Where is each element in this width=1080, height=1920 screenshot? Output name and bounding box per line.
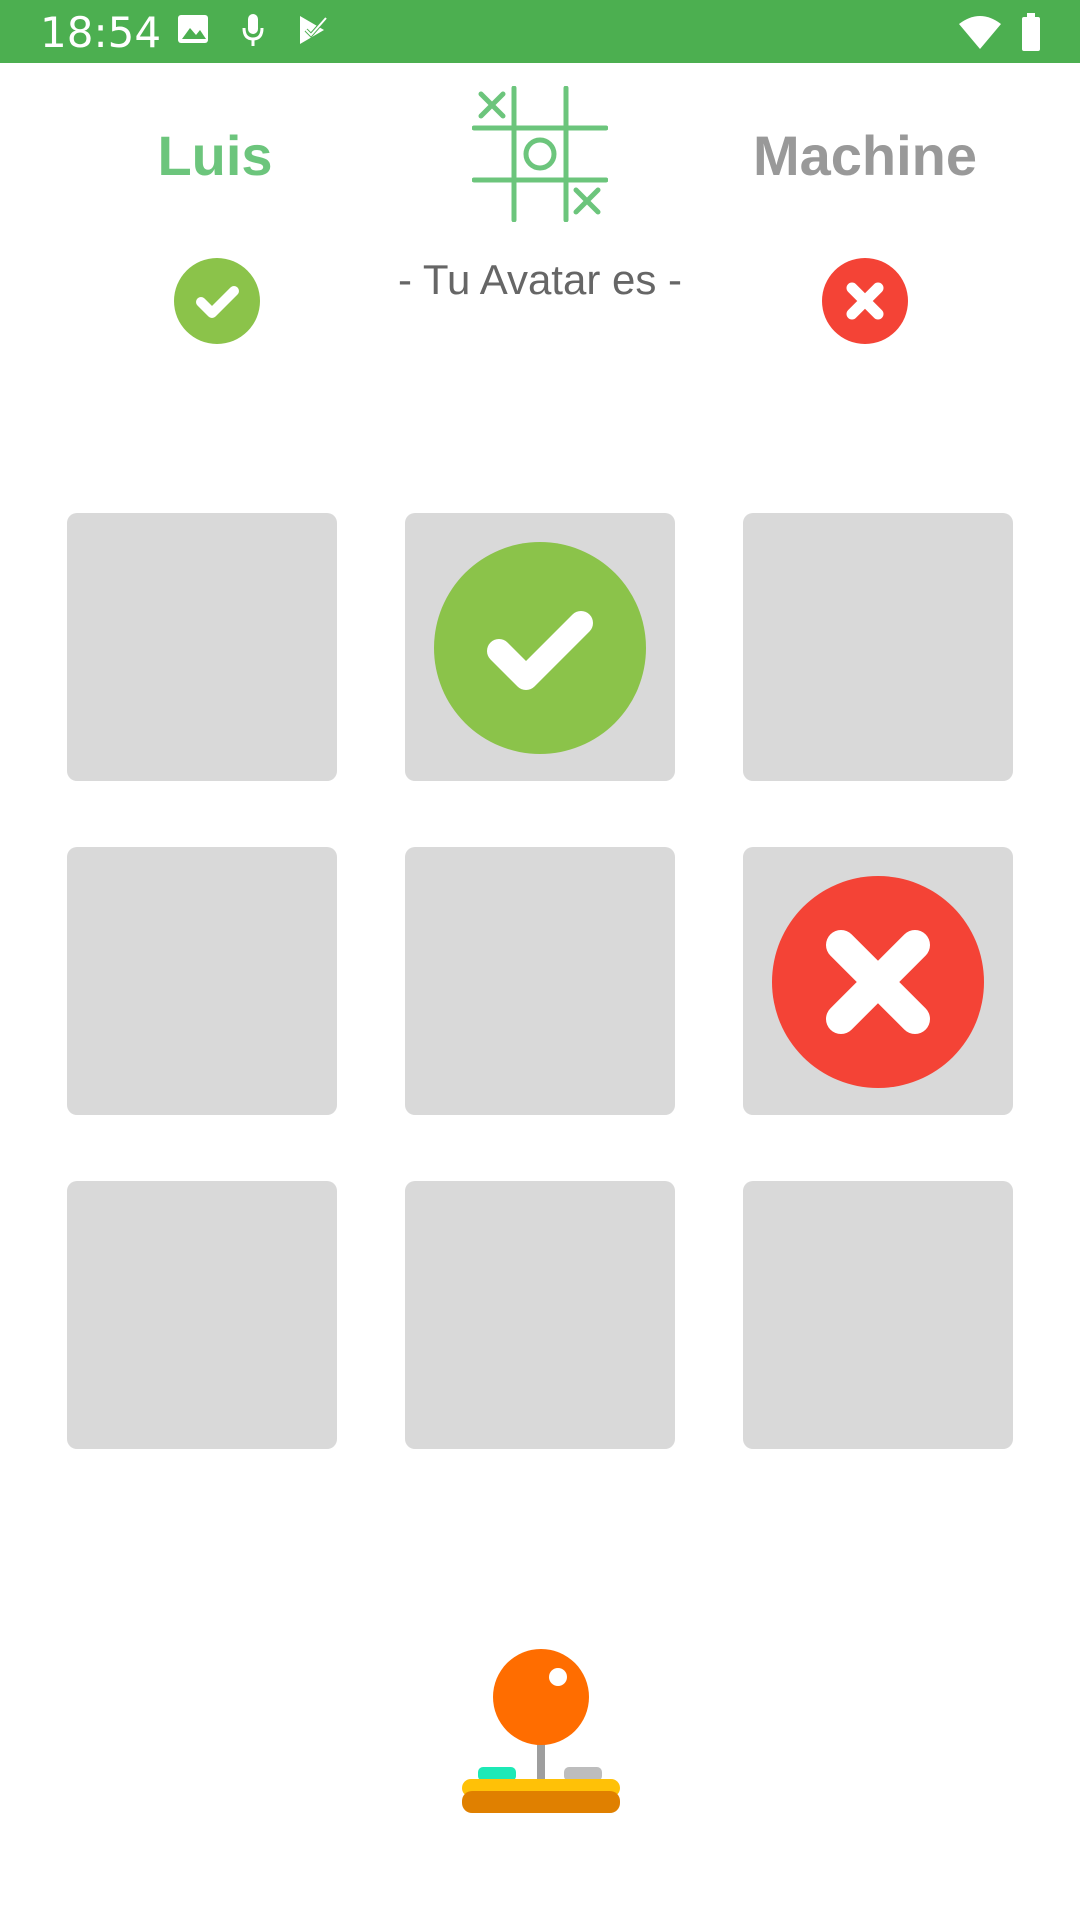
check-mark-icon [434, 542, 646, 754]
player-one-name: Luis [157, 124, 273, 187]
player-one-check-icon [174, 258, 260, 349]
player-two-name: Machine [752, 124, 978, 187]
board-cell-6[interactable] [743, 847, 1013, 1115]
microphone-icon [240, 12, 266, 53]
player-two-cross-icon [822, 258, 908, 349]
battery-icon [1020, 12, 1042, 57]
board-cell-5[interactable] [405, 847, 675, 1115]
status-time: 18:54 [40, 8, 162, 57]
tic-tac-toe-logo-icon [471, 85, 609, 227]
image-icon [176, 12, 210, 51]
status-bar: 18:54 [0, 0, 1080, 63]
board-cell-9[interactable] [743, 1181, 1013, 1449]
board-cell-4[interactable] [67, 847, 337, 1115]
avatar-caption: - Tu Avatar es - [397, 256, 682, 303]
joystick-icon[interactable] [460, 1645, 622, 1822]
cross-mark-icon [772, 876, 984, 1088]
board-cell-2[interactable] [405, 513, 675, 781]
board-cell-7[interactable] [67, 1181, 337, 1449]
wifi-icon [958, 14, 1002, 55]
board-cell-8[interactable] [405, 1181, 675, 1449]
task-check-icon [296, 12, 330, 53]
board-cell-3[interactable] [743, 513, 1013, 781]
board-cell-1[interactable] [67, 513, 337, 781]
